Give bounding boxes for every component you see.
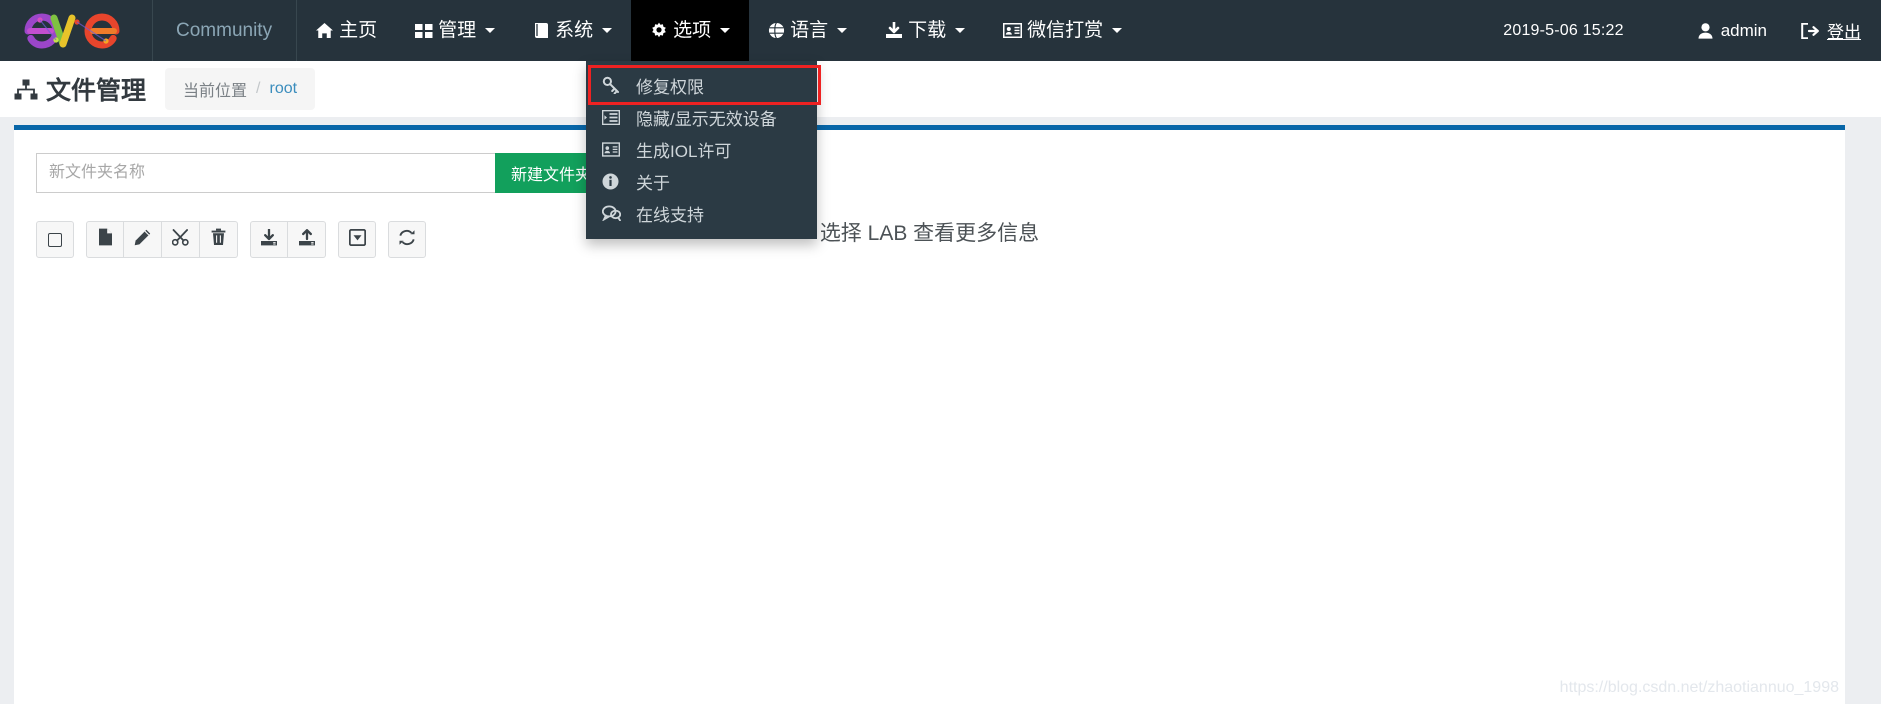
nav-item-wechat-reward[interactable]: 微信打赏 xyxy=(984,0,1141,61)
nav-item-label: 微信打赏 xyxy=(1027,20,1104,41)
watermark: https://blog.csdn.net/zhaotiannuo_1998 xyxy=(1559,679,1839,696)
current-user[interactable]: admin xyxy=(1698,21,1767,41)
gear-icon xyxy=(650,22,668,40)
empty-state-hint: 选择 LAB 查看更多信息 xyxy=(14,217,1845,247)
nav-item-system[interactable]: 系统 xyxy=(514,0,631,61)
menu-item-label: 生成IOL许可 xyxy=(636,141,732,161)
nav-item-label: 语言 xyxy=(790,20,829,41)
menu-item-label: 在线支持 xyxy=(636,205,704,225)
options-dropdown-menu: 修复权限 隐藏/显示无效设备 生成IOL许可 关于 在线支持 xyxy=(586,61,821,239)
nav-item-options[interactable]: 选项 xyxy=(631,0,750,61)
menu-item-label: 关于 xyxy=(636,173,670,193)
new-folder-form: 新建文件夹 xyxy=(36,153,607,193)
chevron-down-icon xyxy=(602,28,613,33)
chevron-down-icon xyxy=(485,28,496,33)
home-icon xyxy=(315,22,334,39)
breadcrumb-separator: / xyxy=(256,80,261,97)
logout-icon xyxy=(1801,22,1819,39)
breadcrumb: 当前位置 / root xyxy=(165,68,316,110)
menu-item-fix-permissions[interactable]: 修复权限 xyxy=(586,65,821,105)
menu-item-generate-iol-license[interactable]: 生成IOL许可 xyxy=(586,133,817,165)
nav-items: Community 主页 管理 系统 选项 语言 下载 微信打赏 xyxy=(152,0,1141,61)
grid-icon xyxy=(415,23,433,39)
globe-icon xyxy=(768,22,785,39)
page-body: 新建文件夹 xyxy=(0,117,1881,705)
eve-ng-logo-icon xyxy=(24,13,120,49)
new-folder-name-input[interactable] xyxy=(36,153,495,193)
chat-icon xyxy=(602,205,624,221)
navbar-right-section: 2019-5-06 15:22 admin 登出 xyxy=(1503,0,1881,61)
nav-item-community[interactable]: Community xyxy=(152,0,296,61)
page-subheader: 文件管理 当前位置 / root xyxy=(0,61,1881,117)
nav-item-label: 下载 xyxy=(908,20,947,41)
page-title: 文件管理 xyxy=(14,71,146,107)
nav-item-label: 管理 xyxy=(438,20,477,41)
clock-display: 2019-5-06 15:22 xyxy=(1503,21,1624,39)
menu-item-toggle-invalid-devices[interactable]: 隐藏/显示无效设备 xyxy=(586,101,817,133)
file-manager-panel: 新建文件夹 xyxy=(14,125,1845,705)
nav-item-management[interactable]: 管理 xyxy=(396,0,514,61)
id-card-icon xyxy=(1003,23,1023,38)
menu-item-about[interactable]: 关于 xyxy=(586,165,817,197)
nav-item-language[interactable]: 语言 xyxy=(749,0,866,61)
current-user-label: admin xyxy=(1720,20,1767,40)
nav-item-label: 选项 xyxy=(673,20,712,41)
breadcrumb-item-root[interactable]: root xyxy=(269,80,297,98)
user-icon xyxy=(1698,22,1713,39)
top-navbar: Community 主页 管理 系统 选项 语言 下载 微信打赏 2019-5-… xyxy=(0,0,1881,61)
nav-item-label: 主页 xyxy=(339,20,378,41)
empty-state-hint-label: 选择 LAB 查看更多信息 xyxy=(819,222,1040,245)
nav-item-label: 系统 xyxy=(555,20,594,41)
book-icon xyxy=(533,22,550,39)
nav-item-home[interactable]: 主页 xyxy=(296,0,396,61)
menu-item-label: 修复权限 xyxy=(636,77,704,97)
chevron-down-icon xyxy=(955,28,966,33)
chevron-down-icon xyxy=(1112,28,1123,33)
logout-label: 登出 xyxy=(1827,23,1861,42)
nav-item-label: Community xyxy=(176,20,273,41)
chevron-down-icon xyxy=(720,28,731,33)
menu-item-label: 隐藏/显示无效设备 xyxy=(636,109,777,129)
list-indent-icon xyxy=(602,109,624,125)
page-title-label: 文件管理 xyxy=(46,77,147,105)
wrench-icon xyxy=(602,76,624,94)
info-icon xyxy=(602,173,624,190)
menu-item-online-support[interactable]: 在线支持 xyxy=(586,197,817,229)
panel-content: 新建文件夹 xyxy=(14,130,1845,705)
id-card-icon xyxy=(602,141,624,157)
brand-logo[interactable] xyxy=(0,0,152,61)
logout-button[interactable]: 登出 xyxy=(1801,18,1861,43)
breadcrumb-label: 当前位置 xyxy=(183,83,248,100)
chevron-down-icon xyxy=(837,28,848,33)
nav-item-download[interactable]: 下载 xyxy=(866,0,984,61)
download-icon xyxy=(885,22,903,39)
sitemap-icon xyxy=(14,79,38,100)
